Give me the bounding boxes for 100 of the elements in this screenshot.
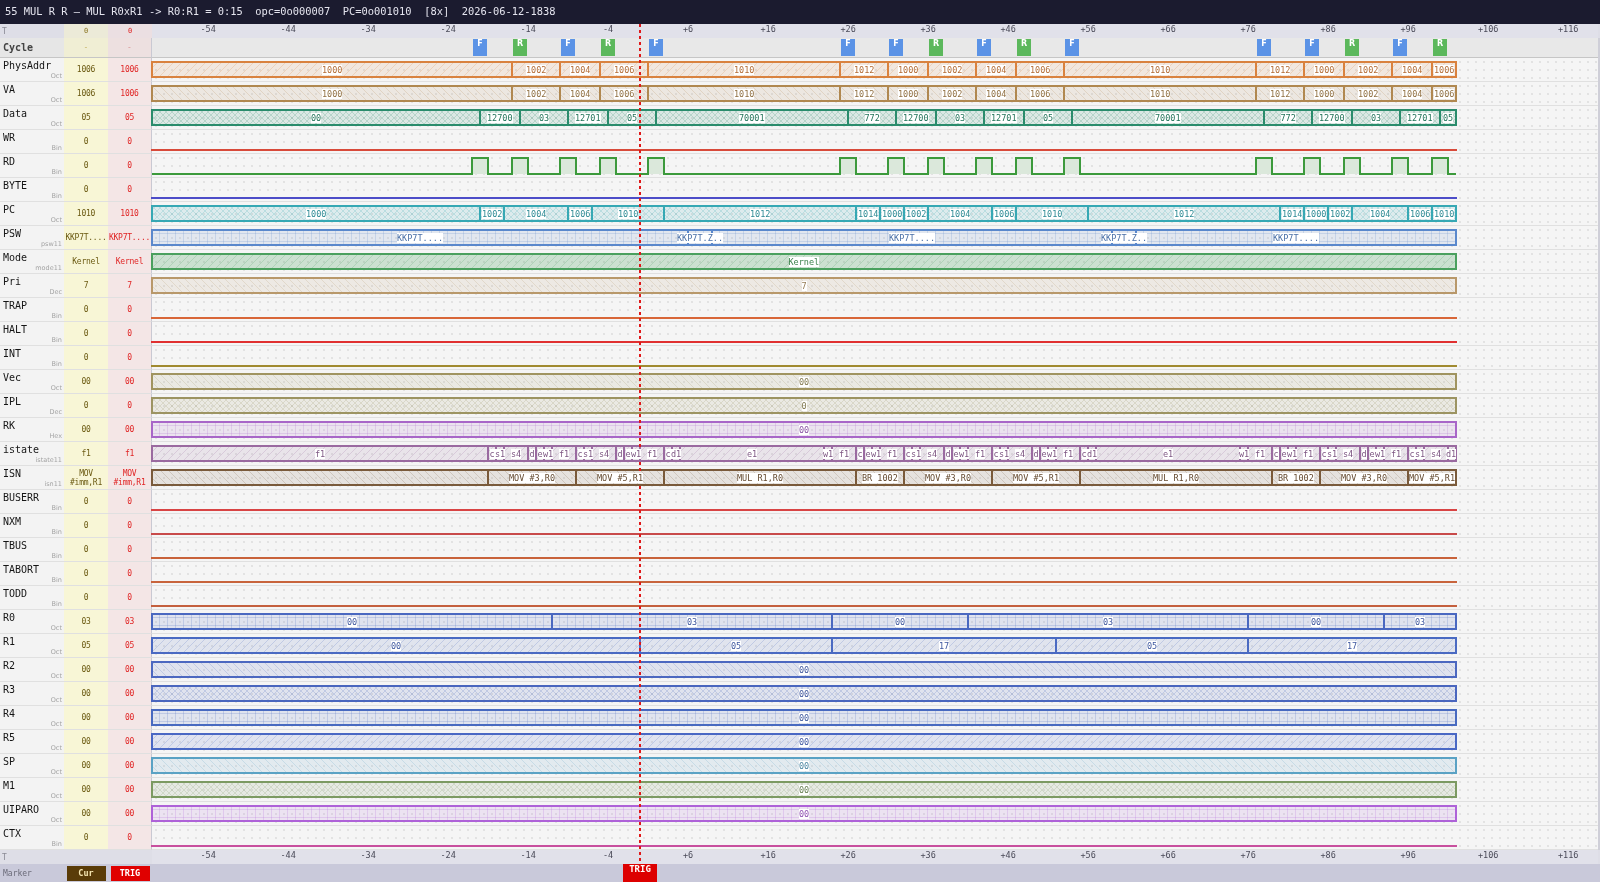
bus-value: 05: [627, 112, 638, 123]
cursor-value: 00: [81, 785, 91, 794]
bus-value: 1006: [1030, 88, 1051, 99]
cycle-marker: R: [1433, 39, 1447, 56]
bus-value: MOV #5,R1: [597, 472, 644, 483]
bus-value: e: [953, 448, 959, 459]
trigger-value: 7: [127, 281, 132, 290]
time-tick-label: -34: [360, 24, 376, 34]
bus-value: 12701: [575, 112, 601, 123]
signal-name: CTX: [3, 828, 23, 840]
cursor-value: 00: [81, 425, 91, 434]
cursor-value: 0: [83, 497, 89, 506]
bus-value: c: [665, 448, 671, 459]
cursor-value: MOV #imm,R1: [69, 468, 103, 487]
cycle-marker: F: [841, 39, 855, 56]
bus-value: MOV #3,R0: [1341, 472, 1388, 483]
time-tick-label: -44: [280, 24, 296, 34]
bus-value: MOV #3,R0: [925, 472, 972, 483]
bus-value: s1: [1415, 448, 1426, 459]
time-tick-label: -24: [440, 850, 456, 860]
bus-value: 1012: [1270, 64, 1291, 75]
cursor-value: 00: [81, 737, 91, 746]
cursor-value: 0: [83, 161, 89, 170]
bus-value: e: [865, 448, 871, 459]
bus-value: d1: [1446, 448, 1457, 459]
bus-value: e: [625, 448, 631, 459]
bus-value: d: [945, 448, 951, 459]
bus-value: 12700: [903, 112, 929, 123]
bus-value: s4: [1015, 448, 1026, 459]
trigger-value: 0: [127, 833, 132, 842]
cursor-value: 0: [83, 305, 89, 314]
cursor-value: 0: [83, 329, 89, 338]
cursor-button[interactable]: Cur: [66, 865, 106, 881]
trigger-value: f1: [124, 449, 135, 458]
signal-name: PSW: [3, 228, 23, 240]
trigger-value: 0: [127, 305, 132, 314]
signal-name: ISN: [3, 468, 23, 480]
cycle-marker: F: [561, 39, 575, 56]
bus-value: 05: [1043, 112, 1054, 123]
trigger-flag: TRIG: [623, 864, 657, 882]
bus-value: w1: [871, 448, 882, 459]
bus-value: MUL R1,R0: [1153, 472, 1200, 483]
bus-value: 1014: [858, 208, 879, 219]
bus-value: d: [1361, 448, 1367, 459]
bus-value: MOV #5,R1: [1013, 472, 1060, 483]
time-tick-label: +36: [920, 850, 936, 860]
bus-value: s1: [911, 448, 922, 459]
time-tick-label: +56: [1080, 850, 1096, 860]
time-tick-label: +46: [1000, 850, 1016, 860]
bus-value: 1004: [570, 88, 591, 99]
trigger-value: 0: [127, 497, 132, 506]
bus-value: 1006: [614, 64, 635, 75]
time-tick-label: +96: [1400, 850, 1416, 860]
bus-value: s1: [999, 448, 1010, 459]
bus-value: d: [617, 448, 623, 459]
bus-value: s4: [599, 448, 610, 459]
bus-value: KKP7T.Z..: [1101, 232, 1148, 243]
bus-value: 00: [799, 808, 810, 819]
bus-value: f1: [1391, 448, 1402, 459]
cycle-marker: R: [513, 39, 527, 56]
bus-value: f1: [975, 448, 986, 459]
bus-value: w1: [1047, 448, 1058, 459]
bus-value: 1010: [1150, 64, 1171, 75]
cursor-value: 0: [83, 353, 89, 362]
axis-label: T: [2, 26, 7, 36]
bus-value: 03: [687, 616, 698, 627]
bus-value: KKP7T....: [397, 232, 444, 243]
trigger-value: 1006: [120, 89, 139, 98]
bus-value: d: [529, 448, 535, 459]
bus-value: 1000: [1314, 64, 1335, 75]
cursor-value: 0: [83, 521, 89, 530]
bus-value: 1004: [570, 64, 591, 75]
bus-value: f1: [1255, 448, 1266, 459]
bus-value: 00: [799, 664, 810, 675]
bus-value: s4: [927, 448, 938, 459]
time-tick-label: +106: [1478, 850, 1499, 860]
bus-value: 1006: [614, 88, 635, 99]
trigger-button[interactable]: TRIG: [110, 865, 150, 881]
bus-value: f1: [647, 448, 658, 459]
trigger-value: 0: [127, 545, 132, 554]
bus-value: 1002: [942, 64, 963, 75]
bus-value: 70001: [1155, 112, 1181, 123]
time-tick-label: -54: [200, 24, 216, 34]
cursor-value: 0: [83, 401, 89, 410]
time-tick-label: -4: [603, 850, 614, 860]
bus-value: f1: [315, 448, 326, 459]
bus-value: c: [1081, 448, 1087, 459]
bus-value: 1000: [1314, 88, 1335, 99]
trigger-value: 00: [124, 425, 135, 434]
bus-value: s1: [1327, 448, 1338, 459]
time-tick-label: +26: [840, 850, 856, 860]
time-tick-label: +6: [683, 24, 694, 34]
bus-value: 1006: [1434, 64, 1455, 75]
cursor-value: 0: [83, 185, 89, 194]
bus-value: 1012: [1174, 208, 1195, 219]
trigger-value: 0: [127, 353, 132, 362]
bus-value: 1010: [1434, 208, 1455, 219]
cursor-value: KKP7T....: [65, 233, 107, 242]
time-tick-label: +16: [760, 850, 776, 860]
trigger-value: 00: [124, 809, 135, 818]
